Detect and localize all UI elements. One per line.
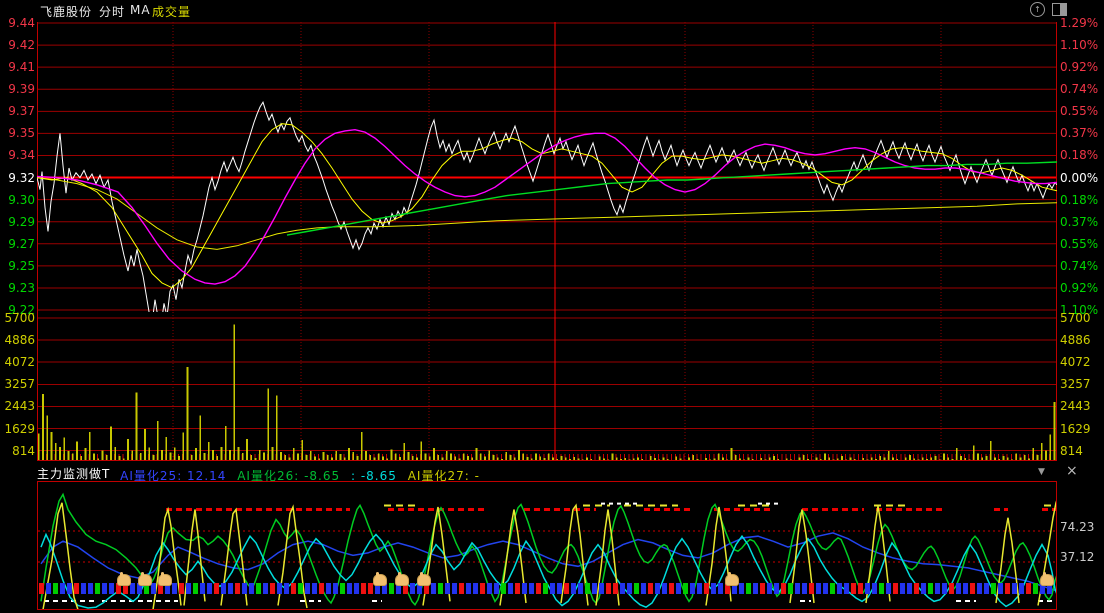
axis-label: 9.37 [8,104,35,119]
close-icon[interactable]: × [1066,464,1078,478]
panel-toggle-icon[interactable] [1052,3,1067,16]
hand-icon [138,572,152,586]
axis-label: 1.10% [1060,38,1099,53]
axis-label: 0.92% [1060,60,1099,75]
axis-label: 4886 [4,333,35,348]
axis-label: 9.39 [8,82,35,97]
axis-label: 9.34 [8,148,35,163]
axis-label: 0.00% [1060,170,1099,185]
axis-label: 9.42 [8,38,35,53]
axis-label: 2443 [1060,399,1091,414]
axis-label: 0.37% [1060,214,1099,229]
axis-label: 3257 [1060,377,1091,392]
axis-label: 0.37% [1060,126,1099,141]
hand-icon [117,572,131,586]
axis-label: 4072 [4,355,35,370]
hand-icon [725,572,739,586]
volume-panel[interactable] [37,312,1057,461]
axis-label: 9.30 [8,192,35,207]
axis-label: 814 [12,443,35,458]
hand-icon [158,572,172,586]
tab-ma[interactable]: MA [130,3,151,17]
axis-label: 74.23 [1060,520,1095,534]
axis-label: 9.32 [8,170,35,185]
axis-label: 1.29% [1060,16,1099,30]
indicator-title[interactable]: 主力监测做T [37,467,110,481]
hand-icon [417,572,431,586]
title-bar: 飞鹿股份 分时 MA 成交量 ↑ [0,0,1104,19]
axis-label: 37.12 [1060,550,1095,564]
trading-app-window: 飞鹿股份 分时 MA 成交量 ↑ 9.44 9.42 9.41 9.39 9.37 9.3… [0,0,1104,613]
hand-icon [1040,572,1054,586]
axis-label: 5700 [1060,311,1091,325]
axis-label: 1629 [1060,421,1091,436]
axis-label: 2443 [4,399,35,414]
axis-label: 3257 [4,377,35,392]
axis-label: 9.35 [8,126,35,141]
volume-chart [37,312,1057,461]
hand-icon [395,572,409,586]
price-chart [37,22,1057,312]
axis-label: 1629 [4,421,35,436]
maximize-up-icon[interactable]: ↑ [1030,2,1045,17]
axis-label: 0.74% [1060,258,1099,273]
axis-label: 0.18% [1060,192,1099,207]
stock-name[interactable]: 飞鹿股份 [40,3,92,20]
tab-intraday[interactable]: 分时 [99,3,125,20]
indicator-chart [38,492,1056,609]
hand-icon [373,572,387,586]
axis-label: 0.55% [1060,236,1099,251]
indicator-values: AI量化25: 12.14 AI量化26: -8.65 : -8.65 AI量化… [120,467,486,483]
axis-label: 9.23 [8,280,35,295]
axis-label: 5700 [4,311,35,325]
chevron-down-icon[interactable]: ▼ [1038,468,1045,477]
axis-label: 9.41 [8,60,35,75]
axis-label: 0.18% [1060,148,1099,163]
axis-label: 814 [1060,443,1083,458]
axis-label: 9.29 [8,214,35,229]
axis-label: 4886 [1060,333,1091,348]
axis-label: 0.55% [1060,104,1099,119]
price-chart-panel[interactable] [37,22,1057,312]
indicator-panel[interactable] [37,481,1057,610]
indicator-header: 主力监测做T AI量化25: 12.14 AI量化26: -8.65 : -8.… [37,463,1057,483]
tab-volume[interactable]: 成交量 [152,3,191,20]
axis-label: 4072 [1060,355,1091,370]
axis-label: 9.44 [8,16,35,30]
axis-label: 9.25 [8,258,35,273]
axis-label: 9.27 [8,236,35,251]
axis-label: 0.92% [1060,280,1099,295]
axis-label: 0.74% [1060,82,1099,97]
